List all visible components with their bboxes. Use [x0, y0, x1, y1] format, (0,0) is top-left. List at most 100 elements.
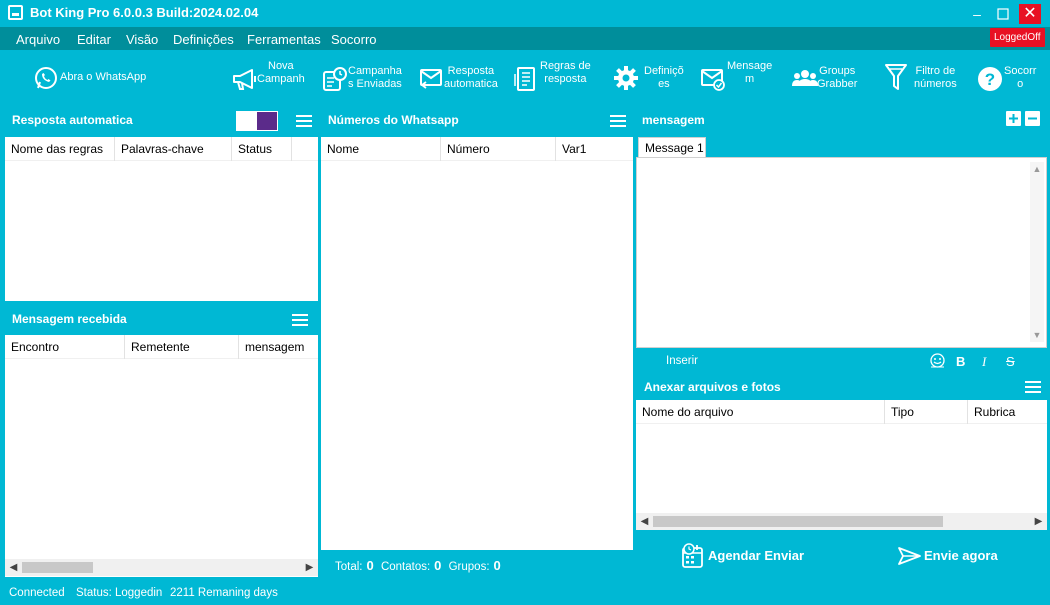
numbers-menu-icon[interactable] — [610, 115, 626, 127]
maximize-icon — [997, 8, 1009, 20]
scroll-down-icon[interactable]: ▼ — [1030, 328, 1044, 342]
login-status: Status: Loggedin — [76, 587, 163, 599]
app-logo-icon — [8, 5, 23, 20]
numbers-table[interactable]: Nome Número Var1 — [321, 137, 633, 550]
toggle-off-half — [237, 112, 257, 130]
settings-button[interactable]: Definiçõ es — [613, 58, 688, 98]
groups-grabber-button[interactable]: Groups Grabber — [792, 58, 867, 98]
auto-reply-rules-table[interactable]: Nome das regras Palavras-chave Status — [5, 137, 318, 301]
tab-message-1[interactable]: Message 1 — [638, 137, 706, 158]
column-type[interactable]: Tipo — [885, 400, 968, 424]
mail-check-icon — [701, 69, 725, 91]
column-rule-name[interactable]: Nome das regras — [5, 137, 115, 161]
menu-definicoes[interactable]: Definições — [173, 32, 234, 47]
total-label: Total: — [335, 561, 363, 573]
sent-campaigns-button[interactable]: Campanha s Enviadas — [322, 58, 404, 98]
column-date[interactable]: Encontro — [5, 335, 125, 359]
new-campaign-button[interactable]: Nova Campanh — [232, 58, 307, 98]
schedule-send-button[interactable]: Agendar Enviar — [680, 543, 810, 569]
filter-funnel-icon — [885, 64, 907, 90]
help-question-icon: ? — [978, 67, 1002, 91]
table-header: Nome do arquivo Tipo Rubrica — [636, 400, 1047, 424]
column-sender[interactable]: Remetente — [125, 335, 239, 359]
menu-ferramentas[interactable]: Ferramentas — [247, 32, 321, 47]
vertical-scrollbar[interactable]: ▲ ▼ — [1030, 162, 1044, 342]
received-panel-title: Mensagem recebida — [12, 312, 127, 326]
message-button[interactable]: Mensage m — [700, 58, 775, 98]
open-whatsapp-label: Abra o WhatsApp — [60, 71, 147, 83]
login-status-badge[interactable]: LoggedOff — [990, 28, 1045, 47]
open-whatsapp-button[interactable]: Abra o WhatsApp — [33, 58, 153, 98]
number-filter-label: Filtro de números — [914, 65, 957, 90]
menu-bar: Arquivo Editar Visão Definições Ferramen… — [0, 27, 1050, 50]
table-header: Encontro Remetente mensagem — [5, 335, 318, 359]
total-count: 0 — [366, 558, 374, 573]
close-button[interactable]: ✕ — [1019, 4, 1041, 24]
mail-reply-icon — [420, 69, 442, 89]
gear-icon — [614, 66, 638, 90]
emoji-icon[interactable] — [930, 353, 945, 371]
menu-editar[interactable]: Editar — [77, 32, 111, 47]
scroll-up-icon[interactable]: ▲ — [1030, 162, 1044, 176]
groups-count: 0 — [493, 558, 501, 573]
reply-rules-button[interactable]: Regras de resposta — [513, 58, 593, 98]
scroll-right-icon[interactable]: ▶ — [1030, 513, 1047, 530]
auto-reply-toggle[interactable] — [236, 111, 278, 131]
column-keywords[interactable]: Palavras-chave — [115, 137, 232, 161]
horizontal-scrollbar[interactable]: ◀ ▶ — [5, 559, 318, 576]
bold-button[interactable]: B — [956, 354, 965, 369]
menu-arquivo[interactable]: Arquivo — [16, 32, 60, 47]
menu-visao[interactable]: Visão — [126, 32, 158, 47]
new-campaign-label: Nova Campanh — [257, 60, 305, 85]
column-number[interactable]: Número — [441, 137, 556, 161]
auto-reply-label: Resposta automatica — [444, 65, 498, 90]
strikethrough-button[interactable]: S — [1006, 354, 1015, 369]
attachments-table[interactable]: Nome do arquivo Tipo Rubrica ◀ ▶ — [636, 400, 1047, 530]
add-message-icon[interactable] — [1006, 111, 1021, 126]
received-messages-table[interactable]: Encontro Remetente mensagem ◀ ▶ — [5, 335, 318, 577]
auto-reply-menu-icon[interactable] — [296, 115, 312, 127]
received-menu-icon[interactable] — [292, 314, 308, 326]
numbers-totals: Total: 0 Contatos: 0 Grupos: 0 — [335, 558, 505, 573]
clock-list-icon — [323, 67, 347, 91]
number-filter-button[interactable]: Filtro de números — [884, 58, 964, 98]
scroll-right-icon[interactable]: ▶ — [301, 559, 318, 576]
insert-button[interactable]: Inserir — [666, 355, 698, 367]
connection-status: Connected — [9, 587, 65, 599]
scroll-left-icon[interactable]: ◀ — [636, 513, 653, 530]
auto-reply-panel-title: Resposta automatica — [12, 113, 133, 127]
window-title: Bot King Pro 6.0.0.3 Build:2024.02.04 — [30, 5, 259, 20]
send-now-button[interactable]: Envie agora — [897, 543, 1007, 569]
help-button[interactable]: ? Socorr o — [977, 58, 1047, 98]
groups-label: Grupos: — [448, 561, 490, 573]
attachments-menu-icon[interactable] — [1025, 381, 1041, 393]
column-file-name[interactable]: Nome do arquivo — [636, 400, 885, 424]
settings-label: Definiçõ es — [644, 65, 684, 90]
column-name[interactable]: Nome — [321, 137, 441, 161]
menu-socorro[interactable]: Socorro — [331, 32, 377, 47]
remaining-days: 2211 Remaning days — [170, 587, 278, 599]
groups-grabber-label: Groups Grabber — [817, 65, 858, 90]
italic-button[interactable]: I — [982, 354, 986, 370]
column-message[interactable]: mensagem — [239, 335, 318, 359]
maximize-button[interactable] — [992, 4, 1014, 24]
column-var1[interactable]: Var1 — [556, 137, 633, 161]
message-panel-title: mensagem — [642, 113, 705, 127]
toggle-on-half — [257, 112, 277, 130]
send-now-label: Envie agora — [924, 548, 998, 563]
auto-reply-button[interactable]: Resposta automatica — [418, 58, 498, 98]
scroll-thumb[interactable] — [22, 562, 93, 573]
scroll-thumb[interactable] — [653, 516, 943, 527]
scroll-left-icon[interactable]: ◀ — [5, 559, 22, 576]
table-header: Nome das regras Palavras-chave Status — [5, 137, 318, 161]
help-label: Socorr o — [1004, 65, 1037, 90]
message-editor[interactable]: ▲ ▼ — [636, 157, 1047, 348]
message-label: Mensage m — [727, 60, 773, 85]
horizontal-scrollbar[interactable]: ◀ ▶ — [636, 513, 1047, 530]
paper-plane-icon — [898, 547, 921, 565]
remove-message-icon[interactable] — [1025, 111, 1040, 126]
column-caption[interactable]: Rubrica — [968, 400, 1047, 424]
column-status[interactable]: Status — [232, 137, 292, 161]
calendar-clock-icon — [682, 543, 703, 568]
minimize-button[interactable]: – — [966, 4, 988, 24]
